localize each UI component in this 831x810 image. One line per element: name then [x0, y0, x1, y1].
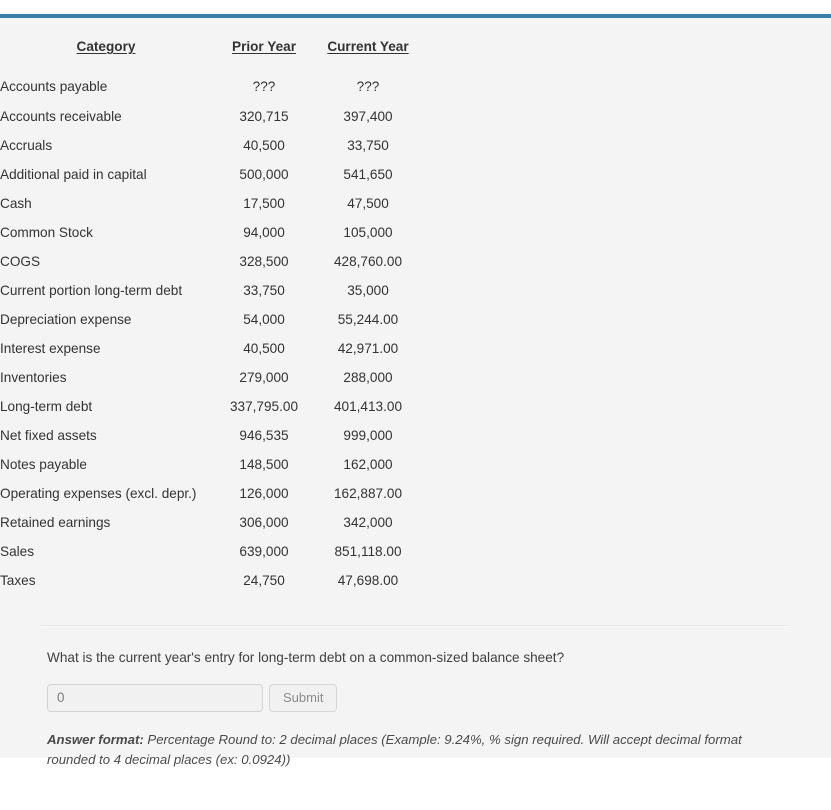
table-row: Taxes 24,750 47,698.00 [0, 566, 420, 595]
financial-data-table: Category Prior Year Current Year Account… [0, 32, 420, 595]
cell-current-year: 35,000 [347, 283, 389, 298]
table-row: Common Stock 94,000 105,000 [0, 218, 420, 247]
cell-current-year: 105,000 [343, 225, 393, 240]
table-row: Retained earnings 306,000 342,000 [0, 508, 420, 537]
cell-current-year: 999,000 [343, 428, 393, 443]
table-row: Sales 639,000 851,118.00 [0, 537, 420, 566]
cell-prior-year: 500,000 [239, 167, 289, 182]
cell-current-year: 288,000 [343, 370, 393, 385]
cell-prior-year: 279,000 [239, 370, 289, 385]
table-header: Category Prior Year Current Year [0, 32, 420, 64]
cell-prior-year: 148,500 [239, 457, 289, 472]
answer-format-label: Answer format: [47, 731, 144, 747]
cell-category: COGS [0, 254, 41, 269]
cell-category: Current portion long-term debt [0, 283, 183, 298]
column-header-current-year: Current Year [327, 39, 409, 54]
table-row: Cash 17,500 47,500 [0, 189, 420, 218]
cell-prior-year: 328,500 [239, 254, 289, 269]
cell-category: Additional paid in capital [0, 167, 147, 182]
cell-prior-year: 17,500 [243, 196, 285, 211]
cell-category: Long-term debt [0, 399, 93, 414]
financial-table-container: Category Prior Year Current Year Account… [0, 18, 831, 595]
cell-prior-year: 24,750 [243, 573, 285, 588]
submit-button[interactable]: Submit [269, 683, 338, 712]
cell-prior-year: 40,500 [243, 341, 285, 356]
cell-prior-year: 54,000 [243, 312, 285, 327]
cell-prior-year: 337,795.00 [229, 399, 299, 414]
cell-category: Depreciation expense [0, 312, 132, 327]
cell-category: Taxes [0, 573, 36, 588]
cell-prior-year: 320,715 [239, 109, 289, 124]
table-row: Interest expense 40,500 42,971.00 [0, 334, 420, 363]
table-row: Accruals 40,500 33,750 [0, 131, 420, 160]
cell-prior-year: 33,750 [243, 283, 285, 298]
cell-current-year: 47,698.00 [337, 573, 399, 588]
cell-current-year: 33,750 [347, 138, 389, 153]
cell-prior-year: 639,000 [239, 544, 289, 559]
cell-category: Interest expense [0, 341, 101, 356]
answer-format-text: Percentage Round to: 2 decimal places (E… [47, 731, 742, 767]
table-row: Depreciation expense 54,000 55,244.00 [0, 305, 420, 334]
cell-prior-year: 306,000 [239, 515, 289, 530]
cell-category: Common Stock [0, 225, 93, 240]
table-row: Long-term debt 337,795.00 401,413.00 [0, 392, 420, 421]
cell-category: Cash [0, 196, 32, 211]
cell-current-year: 397,400 [343, 109, 393, 124]
cell-category: Net fixed assets [0, 428, 97, 443]
cell-current-year: 428,760.00 [333, 254, 403, 269]
cell-category: Accounts payable [0, 78, 108, 94]
answer-row: Submit [47, 683, 790, 712]
cell-current-year: 47,500 [347, 196, 389, 211]
cell-prior-year: 946,535 [239, 428, 289, 443]
table-row: COGS 328,500 428,760.00 [0, 247, 420, 276]
cell-current-year: 162,000 [343, 457, 393, 472]
cell-current-year: 42,971.00 [337, 341, 399, 356]
question-panel: Category Prior Year Current Year Account… [0, 14, 831, 767]
cell-prior-year: ??? [252, 78, 276, 94]
cell-prior-year: 126,000 [239, 486, 289, 501]
cell-current-year: 55,244.00 [337, 312, 399, 327]
cell-current-year: 401,413.00 [333, 399, 403, 414]
table-row: Inventories 279,000 288,000 [0, 363, 420, 392]
cell-category: Accounts receivable [0, 109, 122, 124]
cell-prior-year: 94,000 [243, 225, 285, 240]
cell-category: Accruals [0, 138, 53, 153]
cell-prior-year: 40,500 [243, 138, 285, 153]
table-row: Current portion long-term debt 33,750 35,0… [0, 276, 420, 305]
table-row: Notes payable 148,500 162,000 [0, 450, 420, 479]
cell-current-year: 162,887.00 [333, 486, 403, 501]
table-row: Accounts receivable 320,715 397,400 [0, 102, 420, 131]
table-row: Operating expenses (excl. depr.) 126,000 1… [0, 479, 420, 508]
cell-category: Sales [0, 544, 35, 559]
table-body: Accounts payable?????? Accounts receivabl… [0, 64, 420, 595]
cell-category: Operating expenses (excl. depr.) [0, 486, 197, 501]
cell-current-year: 541,650 [343, 167, 393, 182]
table-row: Additional paid in capital 500,000 541,650 [0, 160, 420, 189]
answer-format-note: Answer format: Percentage Round to: 2 de… [47, 730, 790, 770]
column-header-category: Category [76, 39, 136, 54]
cell-category: Retained earnings [0, 515, 111, 530]
column-header-prior-year: Prior Year [232, 39, 296, 54]
cell-category: Notes payable [0, 457, 87, 472]
table-header-row: Category Prior Year Current Year [0, 32, 420, 64]
cell-current-year: ??? [356, 78, 380, 94]
cell-current-year: 851,118.00 [334, 544, 402, 559]
cell-current-year: 342,000 [343, 515, 393, 530]
table-row: Net fixed assets 946,535 999,000 [0, 421, 420, 450]
table-row: Accounts payable?????? [0, 64, 420, 102]
answer-input[interactable] [47, 683, 263, 712]
question-block: What is the current year's entry for lon… [0, 627, 831, 769]
cell-category: Inventories [0, 370, 67, 385]
question-text: What is the current year's entry for lon… [47, 650, 565, 665]
